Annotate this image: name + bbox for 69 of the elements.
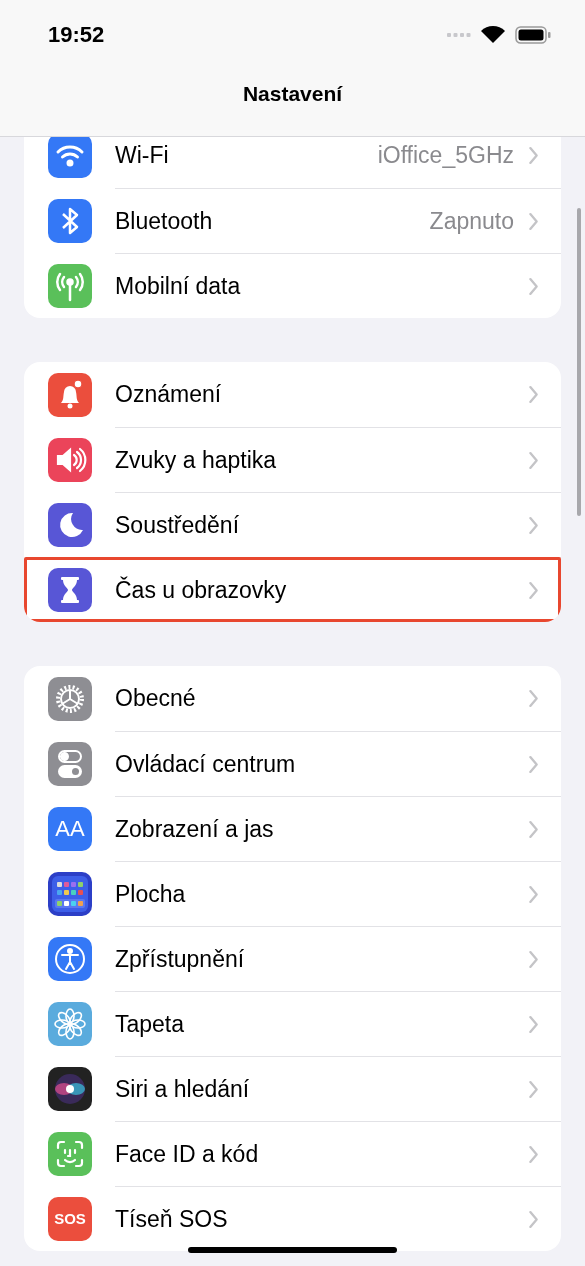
moon-icon — [48, 502, 92, 547]
bell-icon — [48, 372, 92, 417]
row-label: Ovládací centrum — [115, 750, 296, 778]
settings-row[interactable]: Čas u obrazovky — [24, 557, 561, 622]
app-grid-icon — [48, 871, 92, 916]
row-label: Zvuky a haptika — [115, 446, 277, 474]
row-label: Bluetooth — [115, 207, 213, 235]
settings-icon — [48, 676, 92, 721]
settings-row[interactable]: AA Zobrazení a jas — [24, 796, 561, 861]
toggle-switches-icon — [48, 741, 92, 786]
settings-row[interactable]: Wi-Fi iOffice_5GHz — [24, 137, 561, 188]
chevron-icon — [528, 1144, 539, 1164]
status-time: 19:52 — [48, 22, 105, 48]
row-label: Siri a hledání — [115, 1075, 250, 1103]
letters-icon: SOS — [48, 1196, 92, 1241]
glowing-orb-icon — [48, 1066, 92, 1111]
row-label: Zobrazení a jas — [115, 815, 274, 843]
flower-icon — [48, 1001, 92, 1046]
hourglass-icon — [48, 567, 92, 612]
settings-row[interactable]: Obecné — [24, 666, 561, 731]
signal-icon — [447, 32, 471, 38]
chevron-icon — [528, 450, 539, 470]
settings-row[interactable]: Tapeta — [24, 991, 561, 1056]
page-title: Nastavení — [241, 82, 344, 106]
row-label: Obecné — [115, 685, 196, 712]
settings-row[interactable]: Ovládací centrum — [24, 731, 561, 796]
row-label: Soustředění — [115, 511, 240, 539]
chevron-icon — [528, 580, 539, 600]
chevron-icon — [528, 819, 539, 839]
settings-row[interactable]: Zvuky a haptika — [24, 427, 561, 492]
row-value: iOffice_5GHz — [377, 142, 514, 169]
settings-row[interactable]: Mobilní data — [24, 253, 561, 318]
settings-row[interactable]: Soustředění — [24, 492, 561, 557]
row-label: Mobilní data — [115, 272, 241, 300]
chevron-icon — [528, 689, 539, 708]
row-label: Zpřístupnění — [115, 945, 245, 973]
settings-row[interactable]: Oznámení — [24, 362, 561, 427]
bluetooth-icon — [48, 198, 92, 243]
row-label: Čas u obrazovky — [115, 576, 287, 604]
chevron-icon — [528, 276, 539, 296]
row-label: Wi-Fi — [115, 142, 169, 169]
row-label: Tíseň SOS — [115, 1205, 228, 1233]
row-label: Plocha — [115, 880, 186, 908]
chevron-icon — [528, 1014, 539, 1034]
chevron-icon — [528, 515, 539, 535]
battery-icon — [515, 26, 551, 44]
chevron-icon — [528, 884, 539, 904]
chevron-icon — [528, 949, 539, 969]
settings-row[interactable]: Face ID a kód — [24, 1121, 561, 1186]
row-label: Oznámení — [115, 381, 222, 408]
chevron-icon — [528, 1079, 539, 1099]
accessibility-icon — [48, 936, 92, 981]
row-label: Tapeta — [115, 1010, 185, 1038]
settings-row[interactable]: Plocha — [24, 861, 561, 926]
row-label: Face ID a kód — [115, 1140, 259, 1168]
speaker-icon — [48, 437, 92, 482]
chevron-icon — [528, 211, 539, 231]
chevron-icon — [528, 385, 539, 404]
chevron-icon — [528, 146, 539, 165]
chevron-icon — [528, 1209, 539, 1229]
wifi-icon — [481, 26, 505, 44]
settings-row[interactable]: Bluetooth Zapnuto — [24, 188, 561, 253]
chevron-icon — [528, 754, 539, 774]
row-value: Zapnuto — [429, 207, 514, 235]
letters-icon: AA — [48, 806, 92, 851]
face-frame-icon — [48, 1131, 92, 1176]
antenna-icon — [48, 263, 92, 308]
settings-row[interactable]: Siri a hledání — [24, 1056, 561, 1121]
settings-row[interactable]: Zpřístupnění — [24, 926, 561, 991]
